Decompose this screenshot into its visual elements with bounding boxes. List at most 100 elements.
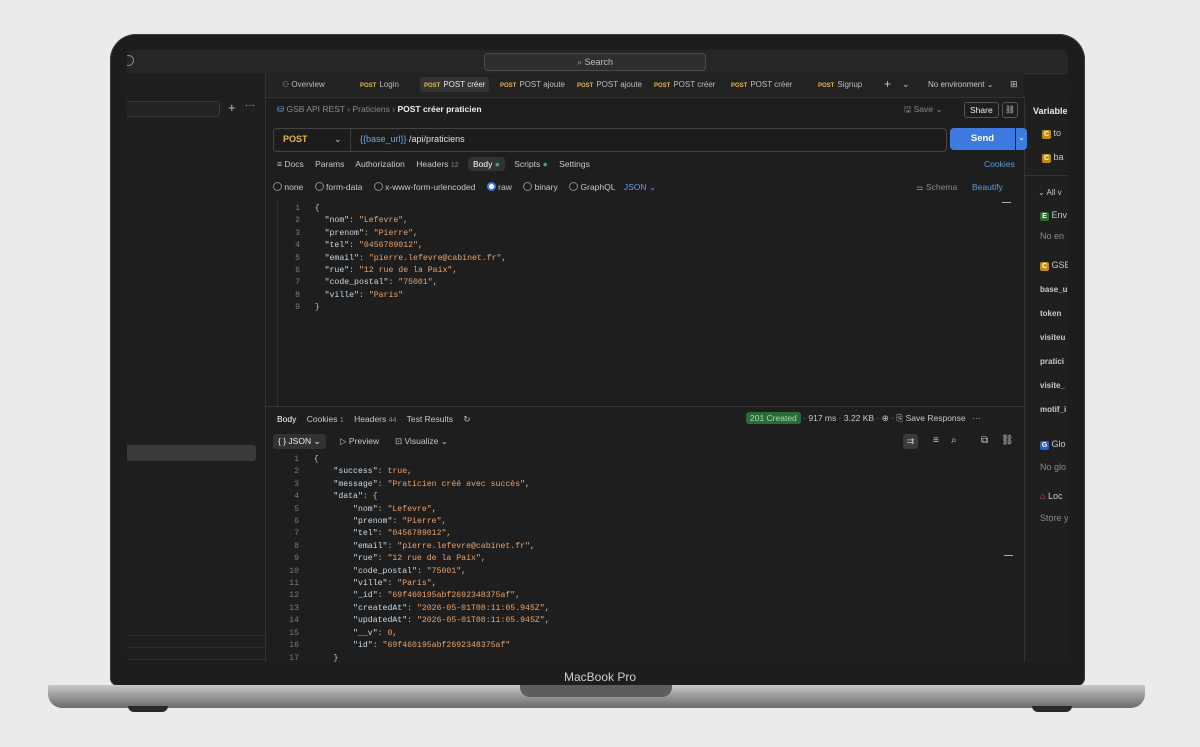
tab-overview[interactable]: ⚇ Overview: [278, 77, 329, 92]
var-row[interactable]: C to: [1042, 128, 1061, 139]
env-label: Env: [1051, 210, 1068, 220]
radio-raw[interactable]: raw: [486, 182, 512, 192]
body-format-select[interactable]: JSON ⌄: [624, 182, 656, 192]
code-token: ,: [544, 616, 550, 626]
search-icon[interactable]: ⌕: [951, 435, 957, 446]
response-format-select[interactable]: { } JSON ⌄: [273, 434, 326, 449]
history-icon[interactable]: ↻: [463, 414, 470, 424]
line-number: 9: [295, 303, 300, 313]
tab-post-creer[interactable]: POST POST créer: [650, 77, 719, 92]
radio-form-data[interactable]: form-data: [314, 182, 362, 192]
tab-settings[interactable]: Settings: [559, 159, 590, 169]
preview-button[interactable]: ▷ Preview: [340, 436, 379, 447]
scrollbar-thumb[interactable]: [1004, 555, 1013, 556]
tab-test-results[interactable]: Test Results: [407, 414, 453, 424]
tab-docs[interactable]: ≡ Docs: [277, 159, 304, 169]
code-token: :: [349, 241, 359, 251]
link-icon[interactable]: ⛓: [1002, 102, 1018, 118]
separator-dot: ·: [803, 413, 807, 423]
local-label: Loc: [1047, 491, 1063, 501]
code-line: 2 "success": true,: [277, 466, 550, 478]
url-input[interactable]: {{base_url}} /api/praticiens: [360, 134, 465, 144]
copy-icon[interactable]: ⧉: [981, 435, 988, 446]
code-token: :: [349, 266, 359, 276]
beautify-button[interactable]: Beautify: [972, 182, 1003, 192]
tab-label: POST ajoute: [596, 80, 642, 89]
sidebar-item-selected[interactable]: [127, 445, 256, 461]
method-select[interactable]: POST ⌄: [274, 129, 351, 151]
breadcrumb-collection[interactable]: GSB API REST: [287, 104, 345, 114]
collection-var[interactable]: base_u: [1040, 285, 1068, 294]
send-options-chevron-icon[interactable]: ⌄: [1016, 128, 1027, 150]
tab-login[interactable]: POST Login: [356, 77, 403, 92]
tab-scripts[interactable]: Scripts ●: [514, 159, 548, 169]
tab-response-headers[interactable]: Headers 44: [354, 414, 396, 424]
tab-signup[interactable]: POST Signup: [814, 77, 866, 92]
tab-label: Cookies: [306, 414, 338, 424]
collection-var[interactable]: visite_: [1040, 381, 1065, 390]
code-token: :: [416, 566, 427, 576]
tab-params[interactable]: Params: [315, 159, 344, 169]
environment-select[interactable]: No environment ⌄: [928, 80, 993, 89]
code-token: "0456789012": [387, 529, 447, 539]
send-button[interactable]: Send: [950, 128, 1015, 150]
cookies-link[interactable]: Cookies: [984, 159, 1015, 169]
tab-response-body[interactable]: Body: [277, 414, 296, 424]
var-row[interactable]: C ba: [1042, 152, 1064, 163]
request-body-editor[interactable]: 1 {2 "nom": "Lefevre", 3 "prenom": "Pierr…: [277, 200, 1013, 406]
scrollbar-thumb[interactable]: [1002, 202, 1011, 203]
breadcrumb-current[interactable]: POST créer praticien: [397, 104, 481, 114]
code-token: "Lefevre": [387, 504, 432, 514]
breadcrumb-folder[interactable]: Praticiens: [353, 104, 390, 114]
chevron-down-icon[interactable]: ⌄: [902, 79, 910, 90]
tab-authorization[interactable]: Authorization: [355, 159, 405, 169]
more-icon[interactable]: ···: [245, 100, 255, 111]
environment-settings-icon[interactable]: ⊞: [1010, 79, 1018, 90]
share-button[interactable]: Share: [964, 102, 999, 118]
response-size[interactable]: 3.22 KB: [844, 413, 874, 423]
chart-icon: ⊡: [395, 436, 403, 446]
radio-urlencoded[interactable]: x-www-form-urlencoded: [373, 182, 475, 192]
line-number: 5: [294, 504, 299, 514]
collection-var[interactable]: visiteu: [1040, 333, 1065, 342]
globe-icon[interactable]: ⊕: [882, 413, 889, 423]
cookies-count: 1: [339, 417, 344, 424]
link-icon[interactable]: ⛓: [1001, 435, 1014, 446]
line-number: 13: [289, 603, 299, 613]
add-icon[interactable]: +: [228, 100, 236, 115]
collection-var[interactable]: pratici: [1040, 357, 1064, 366]
response-body-viewer[interactable]: 1 {2 "success": true, 3 "message": "Prati…: [277, 452, 1012, 662]
schema-button[interactable]: ⚌ Schema: [916, 182, 957, 193]
more-icon[interactable]: ···: [972, 413, 981, 423]
all-variables-toggle[interactable]: ⌄ All v: [1038, 188, 1062, 197]
global-search[interactable]: ⌕ Search: [484, 53, 706, 71]
code-token: ,: [525, 479, 530, 489]
wrap-lines-icon[interactable]: ⇉: [903, 434, 918, 449]
tab-post-ajoute[interactable]: POST POST ajoute: [496, 77, 569, 92]
radio-graphql[interactable]: GraphQL: [569, 182, 615, 192]
tab-post-creer[interactable]: POST POST créer: [727, 77, 796, 92]
radio-none[interactable]: none: [273, 182, 303, 192]
visualize-button[interactable]: ⊡ Visualize ⌄: [395, 436, 448, 447]
gutter-gap: [299, 591, 314, 600]
response-time[interactable]: 917 ms: [808, 413, 836, 423]
filter-icon[interactable]: ≡: [933, 435, 939, 446]
collection-var[interactable]: motif_i: [1040, 405, 1066, 414]
status-badge[interactable]: 201 Created: [746, 412, 801, 424]
radio-binary[interactable]: binary: [523, 182, 558, 192]
collection-var[interactable]: token: [1040, 309, 1061, 318]
save-response-button[interactable]: ⎘ Save Response: [896, 413, 965, 423]
global-badge-icon: G: [1040, 441, 1049, 450]
code-token: "Pierre": [373, 228, 414, 238]
new-tab-icon[interactable]: +: [884, 77, 891, 91]
save-button[interactable]: 🖫 Save ⌄: [904, 104, 942, 118]
tab-response-cookies[interactable]: Cookies 1: [307, 414, 344, 424]
tab-headers[interactable]: Headers 12: [416, 159, 458, 169]
tab-post-creer-active[interactable]: POST POST créer: [420, 77, 490, 92]
line-number: 1: [294, 455, 299, 464]
tab-post-ajoute[interactable]: POST POST ajoute: [573, 77, 646, 92]
tab-body[interactable]: Body ●: [467, 157, 505, 171]
sidebar-filter-input[interactable]: [127, 101, 220, 117]
back-icon[interactable]: [127, 55, 134, 66]
screen: ⌕ Search + ··· ⚇ Overview POST Login POST…: [127, 50, 1068, 662]
